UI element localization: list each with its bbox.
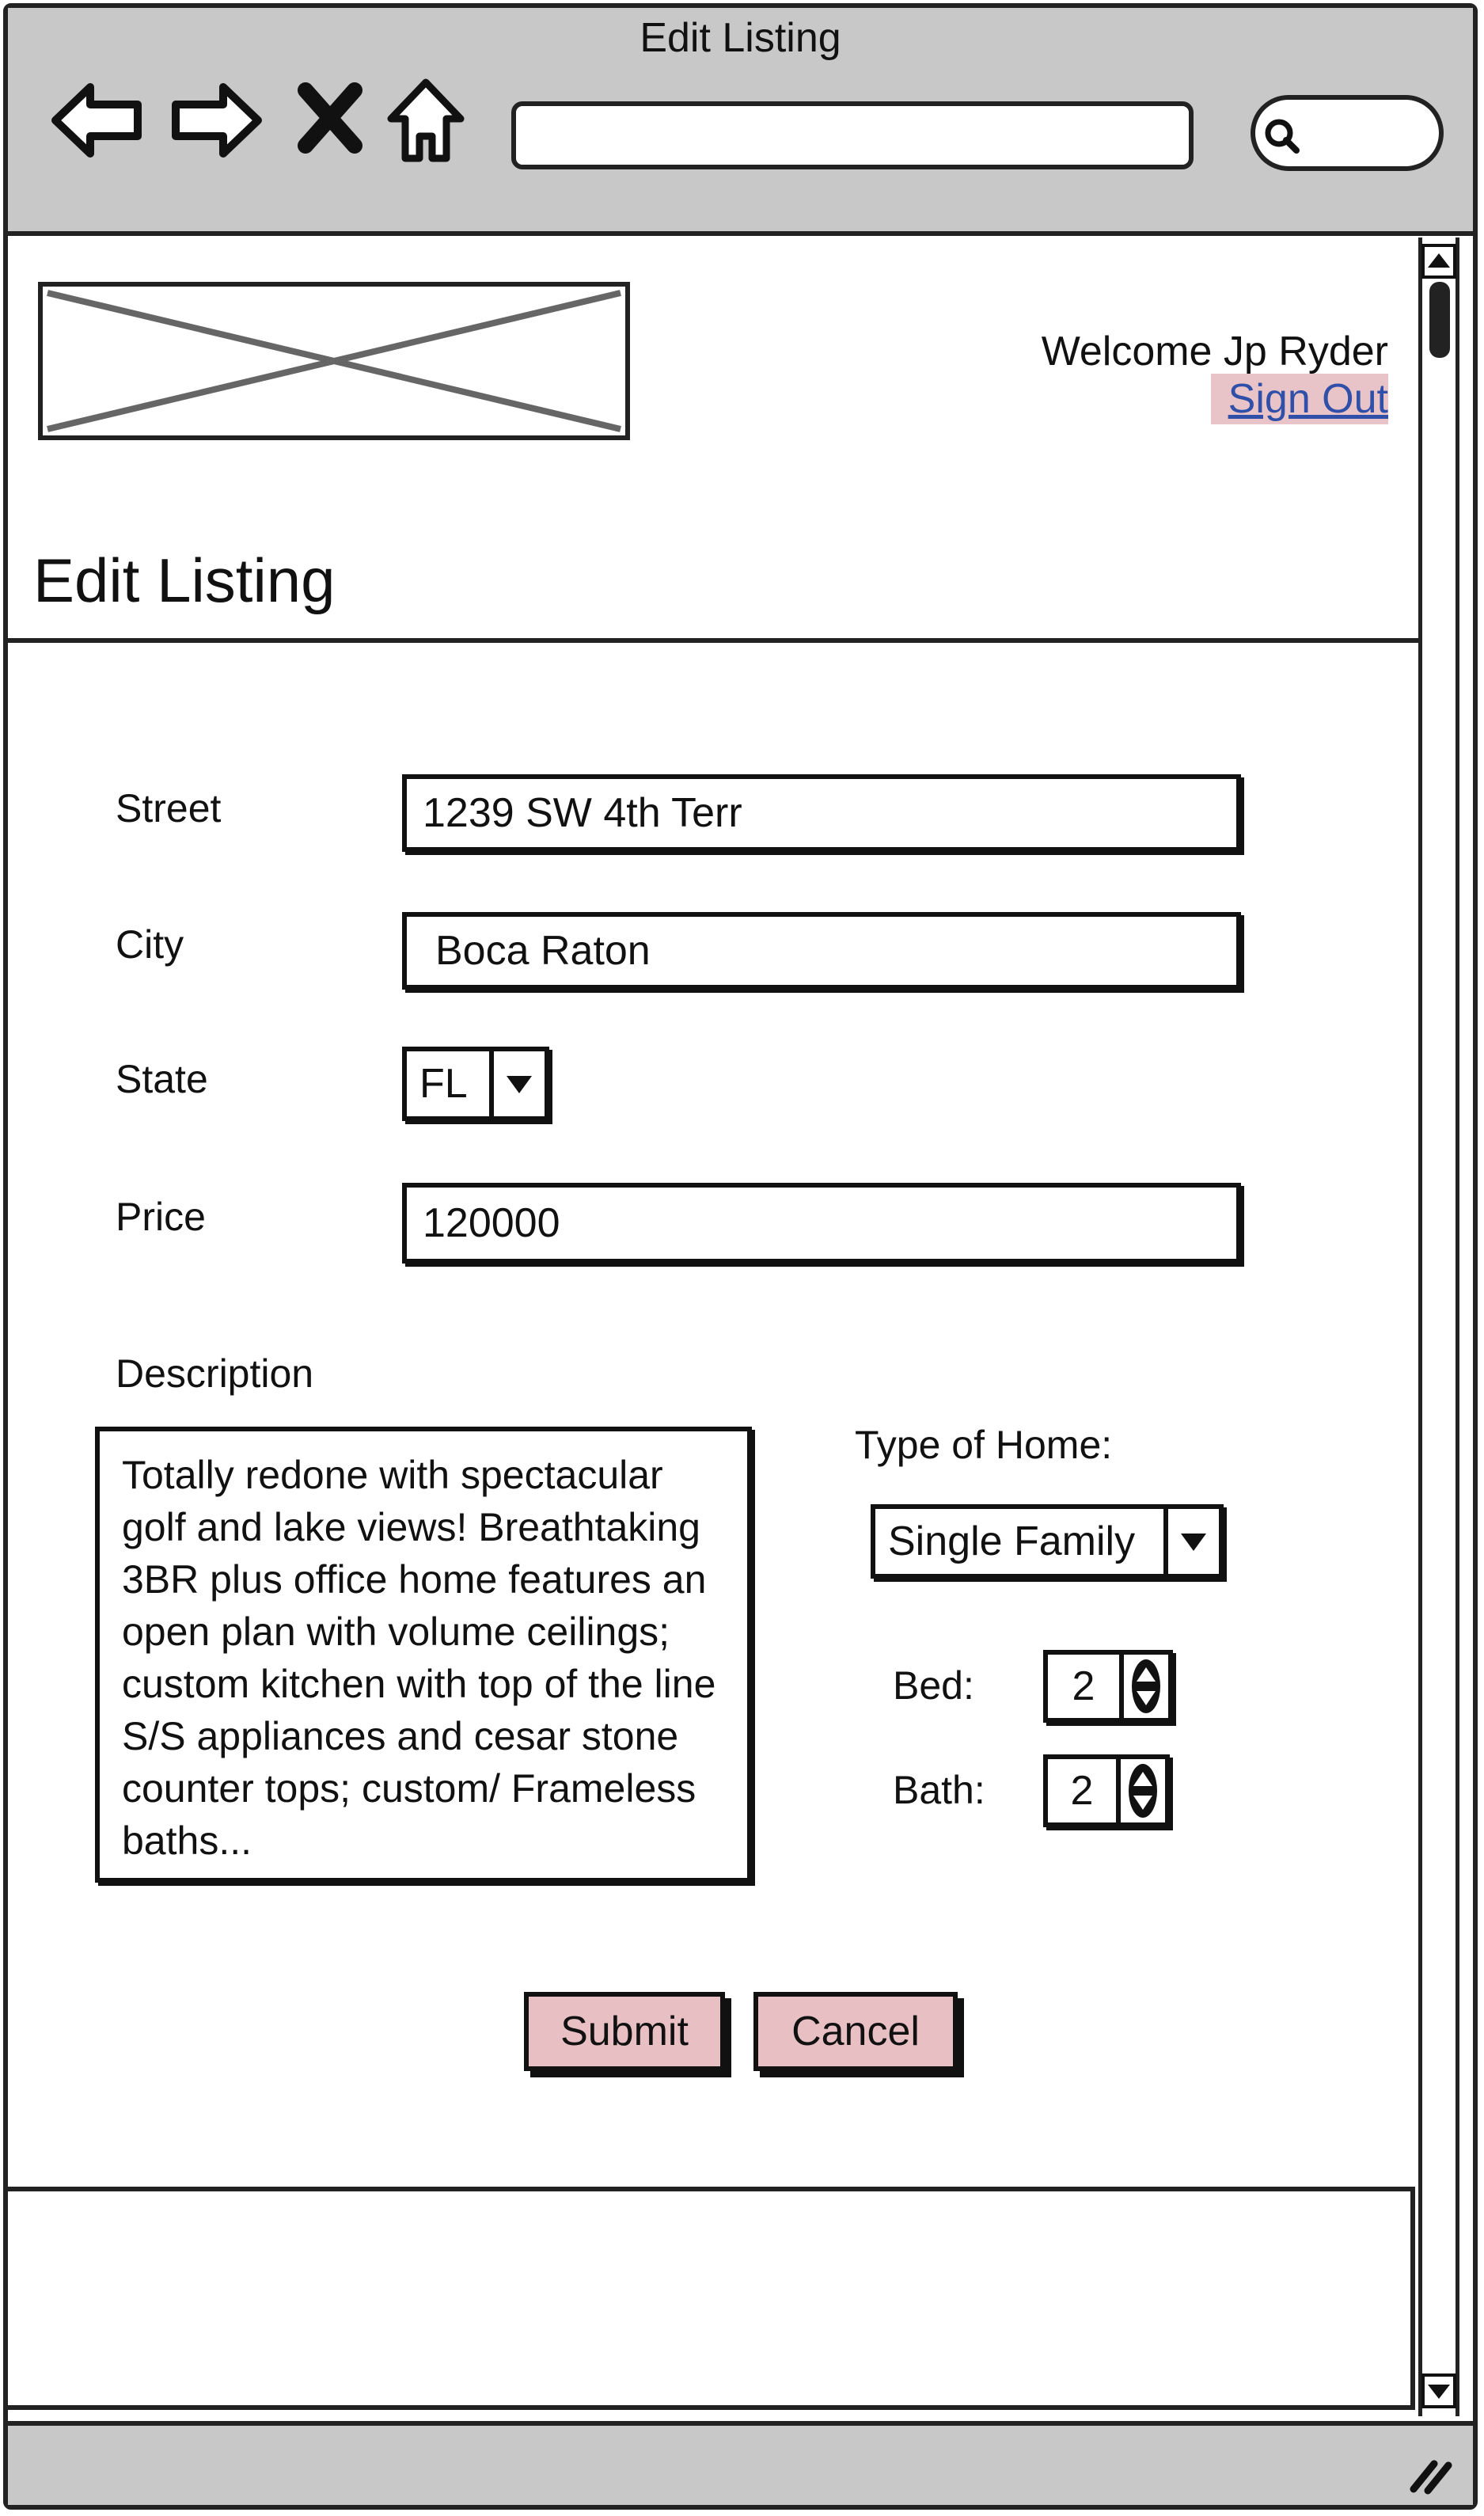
page-title: Edit Listing xyxy=(33,545,336,615)
street-label: Street xyxy=(116,786,222,830)
cancel-button[interactable]: Cancel xyxy=(753,1992,958,2071)
url-bar[interactable] xyxy=(511,101,1194,169)
image-placeholder-icon xyxy=(47,290,621,432)
logo-placeholder xyxy=(38,282,630,440)
scrollbar-thumb[interactable] xyxy=(1429,282,1450,358)
scroll-up-icon[interactable] xyxy=(1421,244,1456,279)
home-type-select[interactable]: Single Family xyxy=(871,1504,1224,1579)
forward-arrow-icon[interactable] xyxy=(169,73,264,168)
state-select[interactable]: FL xyxy=(402,1047,549,1121)
description-label: Description xyxy=(116,1351,314,1396)
home-type-select-value: Single Family xyxy=(888,1518,1136,1564)
vertical-scrollbar[interactable] xyxy=(1418,238,1459,2416)
submit-button[interactable]: Submit xyxy=(524,1992,725,2071)
status-bar xyxy=(8,2421,1473,2505)
scroll-down-icon[interactable] xyxy=(1421,2373,1456,2408)
sign-out-link[interactable]: Sign Out xyxy=(1211,374,1388,424)
city-input[interactable]: Boca Raton xyxy=(402,912,1241,990)
state-select-value: FL xyxy=(419,1061,468,1107)
bed-label: Bed: xyxy=(893,1663,974,1708)
bath-stepper-value: 2 xyxy=(1070,1768,1094,1814)
price-label: Price xyxy=(116,1195,206,1239)
state-label: State xyxy=(116,1057,208,1101)
chevron-down-icon xyxy=(1163,1509,1219,1574)
stop-icon[interactable] xyxy=(294,82,366,154)
resize-grip-icon[interactable] xyxy=(1406,2448,1453,2495)
title-divider xyxy=(8,638,1420,643)
price-input[interactable]: 120000 xyxy=(402,1183,1241,1264)
footer-area xyxy=(8,2187,1415,2410)
stepper-arrows-icon[interactable] xyxy=(1116,1759,1165,1822)
welcome-text: Welcome Jp Ryder xyxy=(1041,329,1388,374)
window-title: Edit Listing xyxy=(640,15,841,61)
home-icon[interactable] xyxy=(378,73,473,168)
city-label: City xyxy=(116,922,184,967)
bath-stepper[interactable]: 2 xyxy=(1043,1754,1170,1827)
bed-stepper[interactable]: 2 xyxy=(1043,1650,1173,1723)
bed-stepper-value: 2 xyxy=(1072,1663,1095,1709)
stepper-arrows-icon[interactable] xyxy=(1119,1655,1168,1718)
back-arrow-icon[interactable] xyxy=(49,73,144,168)
description-textarea[interactable]: Totally redone with spectacular golf and… xyxy=(95,1427,752,1883)
bath-label: Bath: xyxy=(893,1768,985,1812)
chevron-down-icon xyxy=(489,1051,545,1116)
home-type-label: Type of Home: xyxy=(855,1423,1113,1467)
street-input[interactable]: 1239 SW 4th Terr xyxy=(402,774,1241,852)
search-icon xyxy=(1265,119,1300,154)
